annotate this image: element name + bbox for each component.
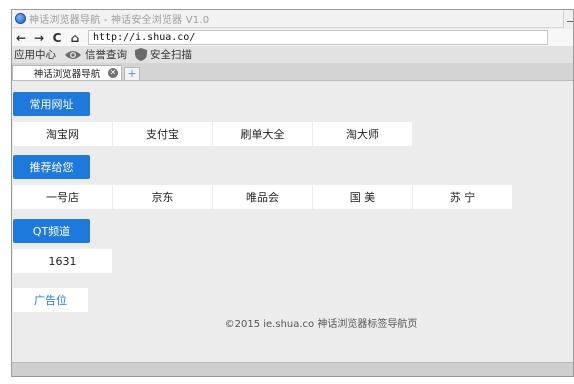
security-scan-button[interactable]: 安全扫描 xyxy=(135,47,192,62)
browser-logo-icon xyxy=(15,13,26,24)
page-content: 常用网址 淘宝网 支付宝 刷单大全 淘大师 推荐给您 一号店 京东 唯品会 国 … xyxy=(12,82,573,362)
eye-icon xyxy=(65,50,81,59)
credit-check-label: 信誉查询 xyxy=(85,49,127,61)
tab-bar: 神话浏览器导航 ✕ + xyxy=(12,63,573,81)
link-jd[interactable]: 京东 xyxy=(113,185,212,209)
back-button[interactable]: ← xyxy=(12,29,30,46)
toolbar: 应用中心 信誉查询 安全扫描 xyxy=(12,46,573,63)
link-vip[interactable]: 唯品会 xyxy=(213,185,312,209)
forward-button[interactable]: → xyxy=(30,29,48,46)
close-icon[interactable]: ✕ xyxy=(108,68,118,78)
section-recommended[interactable]: 推荐给您 xyxy=(13,155,90,179)
link-gome[interactable]: 国 美 xyxy=(313,185,412,209)
navigation-bar: ← → C ⌂ xyxy=(12,29,573,46)
link-yhd[interactable]: 一号店 xyxy=(13,185,112,209)
link-suning[interactable]: 苏 宁 xyxy=(413,185,512,209)
minimize-button[interactable] xyxy=(563,10,573,28)
status-bar xyxy=(12,362,573,376)
footer-copyright: ©2015 ie.shua.co 神话浏览器标签导航页 xyxy=(224,319,418,330)
title-bar: 神话浏览器导航 - 神话安全浏览器 V1.0 xyxy=(12,10,573,28)
link-taobao[interactable]: 淘宝网 xyxy=(13,122,112,146)
shield-icon xyxy=(135,48,147,61)
app-center-label: 应用中心 xyxy=(14,49,56,61)
link-shuadan[interactable]: 刷单大全 xyxy=(213,122,312,146)
link-1631[interactable]: 1631 xyxy=(13,249,112,273)
tab-label: 神话浏览器导航 xyxy=(33,69,101,80)
address-bar[interactable] xyxy=(88,30,548,45)
qt-channel-row: 1631 xyxy=(13,249,113,273)
window-title: 神话浏览器导航 - 神话安全浏览器 V1.0 xyxy=(29,15,210,26)
reload-button[interactable]: C xyxy=(48,29,66,46)
section-common-sites[interactable]: 常用网址 xyxy=(13,92,90,116)
link-alipay[interactable]: 支付宝 xyxy=(113,122,212,146)
app-center-button[interactable]: 应用中心 xyxy=(14,47,56,62)
recommended-row: 一号店 京东 唯品会 国 美 苏 宁 xyxy=(13,185,513,209)
security-scan-label: 安全扫描 xyxy=(150,49,192,61)
link-taodashi[interactable]: 淘大师 xyxy=(313,122,412,146)
section-qt-channel[interactable]: QT频道 xyxy=(13,219,90,243)
home-button[interactable]: ⌂ xyxy=(66,29,84,46)
common-sites-row: 淘宝网 支付宝 刷单大全 淘大师 xyxy=(13,122,413,146)
credit-check-button[interactable]: 信誉查询 xyxy=(64,47,127,62)
ad-slot[interactable]: 广告位 xyxy=(13,288,88,312)
new-tab-button[interactable]: + xyxy=(124,67,140,80)
tab-navigation[interactable]: 神话浏览器导航 ✕ xyxy=(12,65,122,80)
browser-window: 神话浏览器导航 - 神话安全浏览器 V1.0 ← → C ⌂ 应用中心 信誉查询… xyxy=(11,9,574,377)
